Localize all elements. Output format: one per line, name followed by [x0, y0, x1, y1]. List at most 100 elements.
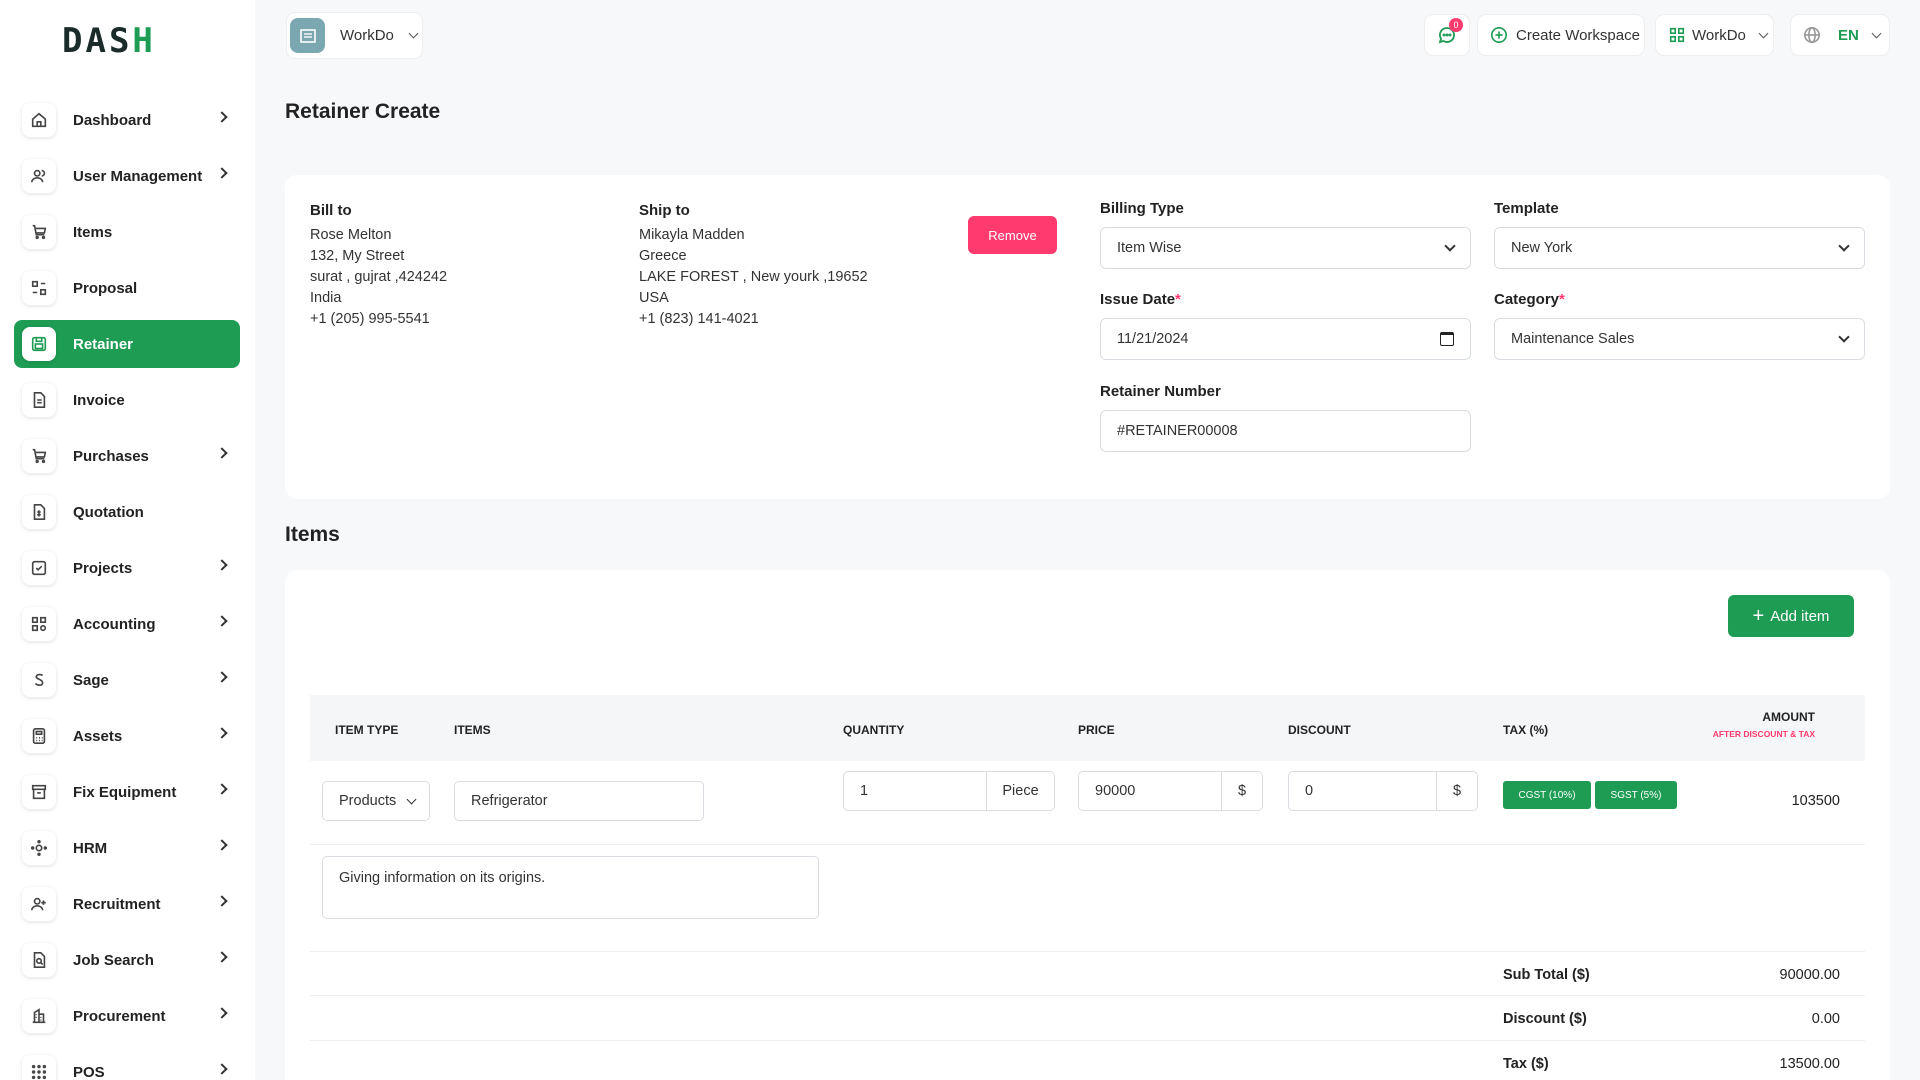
ship-to-title: Ship to — [639, 202, 690, 219]
col-quantity: QUANTITY — [843, 723, 905, 737]
dots-grid-icon — [22, 1055, 56, 1080]
template-field: Template New York — [1494, 200, 1865, 269]
chevron-right-icon — [216, 951, 228, 963]
bill-to-street: 132, My Street — [310, 248, 405, 264]
chevron-down-icon — [408, 28, 419, 39]
sidebar-item-dashboard[interactable]: Dashboard — [14, 96, 240, 144]
page-title: Retainer Create — [285, 100, 441, 123]
col-amount-label: AMOUNT — [1762, 710, 1815, 724]
add-item-button[interactable]: + Add item — [1728, 595, 1854, 637]
col-amount: AMOUNT AFTER DISCOUNT & TAX — [1713, 710, 1815, 739]
category-value: Maintenance Sales — [1511, 331, 1635, 347]
chevron-down-icon — [1871, 28, 1882, 38]
letter-s-icon — [22, 663, 56, 697]
items-section-title: Items — [285, 523, 340, 546]
chevron-down-icon — [1838, 239, 1850, 252]
col-amount-note: AFTER DISCOUNT & TAX — [1712, 729, 1815, 739]
item-select[interactable]: Refrigerator — [454, 781, 704, 821]
row-amount: 103500 — [1791, 793, 1840, 809]
globe-icon — [1803, 26, 1821, 44]
billing-type-select[interactable]: Item Wise — [1100, 227, 1471, 269]
sidebar-item-label: Recruitment — [73, 895, 161, 913]
issue-date-input[interactable]: 11/21/2024 — [1100, 318, 1471, 360]
cart-icon — [22, 215, 56, 249]
sidebar-item-projects[interactable]: Projects — [14, 544, 240, 592]
bill-to-phone: +1 (205) 995-5541 — [310, 311, 430, 327]
chevron-down-icon — [1838, 330, 1850, 343]
template-select[interactable]: New York — [1494, 227, 1865, 269]
workspace-menu-button[interactable]: WorkDo — [1656, 15, 1773, 55]
sidebar-item-label: Accounting — [73, 615, 156, 633]
col-item-type: ITEM TYPE — [335, 723, 399, 737]
building-icon — [22, 999, 56, 1033]
sidebar-item-items[interactable]: Items — [14, 208, 240, 256]
messages-button[interactable]: 0 — [1425, 15, 1469, 55]
workspace-avatar-icon — [290, 18, 325, 53]
apps-icon — [1669, 27, 1685, 43]
price-currency: $ — [1221, 772, 1262, 810]
sidebar-item-label: Retainer — [73, 335, 134, 353]
sidebar-item-quotation[interactable]: Quotation — [14, 488, 240, 536]
billing-type-field: Billing Type Item Wise — [1100, 200, 1471, 269]
price-input[interactable]: 90000 — [1079, 772, 1221, 810]
category-select[interactable]: Maintenance Sales — [1494, 318, 1865, 360]
file-dollar-icon — [22, 495, 56, 529]
sidebar-item-sage[interactable]: Sage — [14, 656, 240, 704]
chevron-right-icon — [216, 839, 228, 851]
ship-to-name: Mikayla Madden — [639, 227, 745, 243]
ship-to-street: Greece — [639, 248, 687, 264]
bill-to-country: India — [310, 290, 342, 306]
archive-icon — [22, 775, 56, 809]
sidebar-item-procurement[interactable]: Procurement — [14, 992, 240, 1040]
bill-to-name: Rose Melton — [310, 227, 392, 243]
item-description-textarea[interactable]: Giving information on its origins. — [322, 856, 819, 919]
row-divider — [310, 951, 1865, 952]
chevron-right-icon — [216, 559, 228, 571]
sidebar-item-accounting[interactable]: Accounting — [14, 600, 240, 648]
discount-total-value: 0.00 — [1811, 1011, 1840, 1027]
tax-tag-sgst: SGST (5%) — [1595, 781, 1677, 809]
sidebar-nav: Dashboard User Management Items Proposal Ret… — [14, 96, 240, 1080]
sidebar-item-label: Dashboard — [73, 111, 152, 129]
retainer-number-value: #RETAINER00008 — [1117, 423, 1238, 439]
add-item-label: Add item — [1770, 607, 1830, 625]
brand-logo[interactable]: DASH — [62, 21, 192, 61]
sidebar-item-invoice[interactable]: Invoice — [14, 376, 240, 424]
item-type-select[interactable]: Products — [322, 781, 430, 821]
sidebar-item-proposal[interactable]: Proposal — [14, 264, 240, 312]
sidebar-item-job-search[interactable]: Job Search — [14, 936, 240, 984]
remove-customer-button[interactable]: Remove — [968, 216, 1057, 254]
quantity-input[interactable]: 1 — [844, 772, 986, 810]
col-discount: DISCOUNT — [1288, 723, 1351, 737]
sidebar-item-hrm[interactable]: HRM — [14, 824, 240, 872]
ship-to-block: Ship to Mikayla Madden Greece LAKE FORES… — [639, 200, 868, 330]
sidebar-item-retainer[interactable]: Retainer — [14, 320, 240, 368]
chevron-right-icon — [216, 895, 228, 907]
sidebar-item-user-management[interactable]: User Management — [14, 152, 240, 200]
logo-accent-text: H — [132, 21, 156, 61]
retainer-number-input[interactable]: #RETAINER00008 — [1100, 410, 1471, 452]
chevron-right-icon — [216, 615, 228, 627]
sidebar-item-label: Purchases — [73, 447, 149, 465]
chevron-down-icon — [1758, 28, 1769, 38]
discount-input[interactable]: 0 — [1289, 772, 1436, 810]
cart-icon — [22, 439, 56, 473]
language-selector[interactable]: EN — [1791, 15, 1889, 55]
calendar-icon[interactable] — [1440, 332, 1454, 346]
template-value: New York — [1511, 240, 1573, 256]
discount-currency: $ — [1436, 772, 1477, 810]
save-icon — [22, 327, 56, 361]
sub-total-label: Sub Total ($) — [1503, 967, 1590, 983]
chevron-right-icon — [216, 671, 228, 683]
sidebar-item-assets[interactable]: Assets — [14, 712, 240, 760]
workspace-switcher[interactable]: WorkDo — [287, 13, 422, 58]
sidebar-item-fix-equipment[interactable]: Fix Equipment — [14, 768, 240, 816]
swap-icon — [22, 271, 56, 305]
bill-to-block: Bill to Rose Melton 132, My Street surat… — [310, 200, 447, 330]
sidebar-item-pos[interactable]: POS — [14, 1048, 240, 1080]
create-workspace-button[interactable]: Create Workspace — [1478, 15, 1644, 55]
sidebar-item-purchases[interactable]: Purchases — [14, 432, 240, 480]
sub-total-value: 90000.00 — [1779, 967, 1840, 983]
template-label: Template — [1494, 200, 1559, 217]
sidebar-item-recruitment[interactable]: Recruitment — [14, 880, 240, 928]
